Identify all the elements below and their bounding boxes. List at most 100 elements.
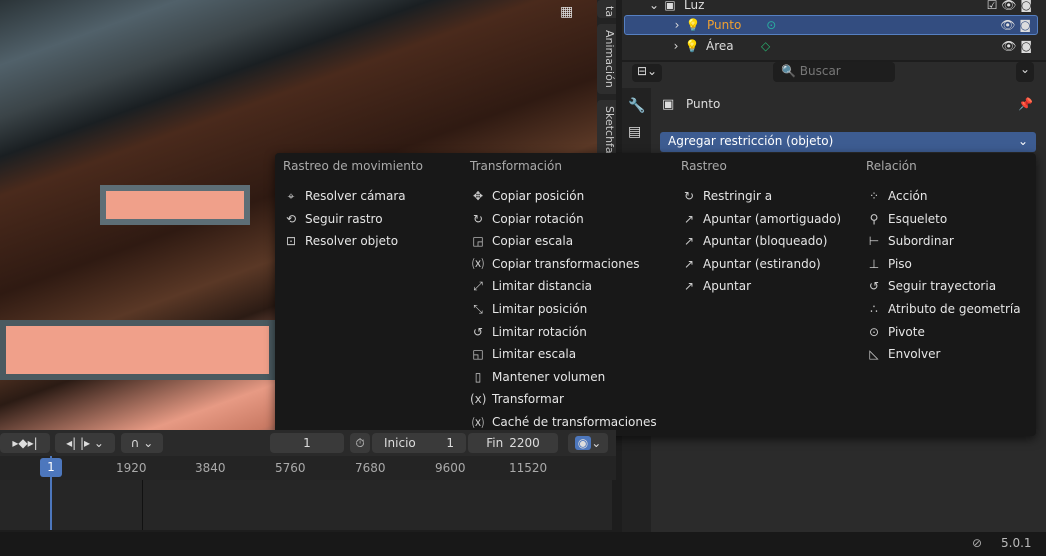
constraint-icon: ↺: [472, 324, 484, 339]
menu-item[interactable]: ◲ Copiar escala: [470, 231, 573, 251]
constraint-icon: ↗: [683, 279, 695, 294]
menu-item[interactable]: ⚲ Esqueleto: [866, 209, 948, 229]
snap-toggle[interactable]: ∩ ⌄: [121, 433, 163, 453]
menu-item[interactable]: ◱ Limitar escala: [470, 344, 576, 364]
tick-label: 9600: [435, 461, 466, 475]
menu-item-label: Restringir a: [703, 189, 773, 203]
grid-icon[interactable]: ▦: [560, 4, 573, 20]
stopwatch-icon[interactable]: ⏱: [350, 433, 370, 453]
menu-item[interactable]: ⊢ Subordinar: [866, 231, 954, 251]
menu-item[interactable]: ◺ Envolver: [866, 344, 940, 364]
visibility-icon[interactable]: 👁 ◙: [1001, 39, 1032, 53]
menu-item[interactable]: ↺ Limitar rotación: [470, 322, 587, 342]
menu-item-label: Resolver objeto: [305, 234, 399, 249]
sync-dropdown[interactable]: ◉ ⌄: [568, 433, 608, 453]
pin-icon[interactable]: 📌: [1018, 97, 1033, 111]
search-placeholder: Buscar: [799, 64, 841, 78]
menu-item[interactable]: ⌖ Resolver cámara: [283, 186, 406, 206]
options-dropdown[interactable]: ⌄: [1016, 62, 1034, 82]
constraint-icon: ⟲: [285, 211, 297, 226]
constraint-icon: ⚲: [869, 211, 879, 226]
keyframe-jump-buttons[interactable]: ◂| |▸ ⌄: [55, 433, 115, 453]
timeline-track[interactable]: [0, 480, 612, 530]
light-bulb-icon: 💡: [684, 39, 700, 53]
tab-animation[interactable]: Animación: [597, 24, 616, 94]
visibility-icon[interactable]: 👁 ◙: [1000, 18, 1031, 32]
constraint-icon: (x): [470, 392, 487, 407]
tab-sketchfab[interactable]: Sketchfa: [597, 100, 616, 160]
network-off-icon: ⊘: [972, 536, 983, 550]
menu-item[interactable]: ⤡ Limitar posición: [470, 299, 587, 319]
menu-item-label: Resolver cámara: [305, 189, 406, 203]
render-icon[interactable]: ▤: [628, 124, 645, 140]
object-icon: ▣: [662, 97, 675, 112]
menu-item[interactable]: ↻ Restringir a: [681, 186, 772, 206]
outliner-row-punto[interactable]: › 💡 Punto ⊙ 👁 ◙: [624, 15, 1038, 35]
tick-label: 1920: [116, 461, 147, 475]
menu-item[interactable]: ⊥ Piso: [866, 254, 912, 274]
menu-item[interactable]: ⒳ Caché de transformaciones: [470, 412, 657, 432]
menu-item[interactable]: ↻ Copiar rotación: [470, 209, 584, 229]
menu-item[interactable]: ⊙ Pivote: [866, 322, 925, 342]
menu-item-label: Caché de transformaciones: [492, 415, 657, 429]
outliner-row-luz[interactable]: ⌄ ▣ Luz ☑ 👁 ◙: [624, 0, 1038, 15]
menu-item[interactable]: (x) Transformar: [470, 389, 564, 409]
menu-item[interactable]: ↗ Apuntar (amortiguado): [681, 209, 841, 229]
start-frame-field[interactable]: Inicio 1: [372, 433, 466, 453]
menu-item[interactable]: ⟲ Seguir rastro: [283, 209, 383, 229]
add-constraint-menu: Rastreo de movimiento Transformación Ras…: [275, 153, 1036, 436]
area-light-data-icon[interactable]: ◇: [758, 39, 774, 53]
chevron-down-icon[interactable]: ⌄: [646, 0, 662, 12]
constraint-icon: ◲: [472, 234, 484, 249]
editor-type-button[interactable]: ⊟⌄: [632, 64, 662, 82]
constraint-icon: ⤢: [473, 278, 483, 293]
chevron-right-icon[interactable]: ›: [669, 18, 685, 32]
tick-label: 11520: [509, 461, 548, 475]
end-label: Fin: [486, 436, 504, 450]
tab-data[interactable]: ta: [597, 0, 616, 18]
menu-item[interactable]: ⊡ Resolver objeto: [283, 231, 398, 251]
menu-item[interactable]: ⁘ Acción: [866, 186, 928, 206]
constraint-icon: ↺: [868, 279, 880, 294]
menu-item-label: Limitar posición: [492, 302, 588, 316]
constraint-icon: ▯: [474, 369, 482, 384]
menu-item-label: Piso: [888, 256, 912, 271]
timeline-ruler[interactable]: 1920 3840 5760 7680 9600 11520: [0, 456, 616, 480]
tick-label: 3840: [195, 461, 226, 475]
scene-object: [0, 320, 275, 380]
playback-controls[interactable]: ▸◆▸|: [0, 433, 50, 453]
menu-item[interactable]: ✥ Copiar posición: [470, 186, 584, 206]
menu-item-label: Seguir trayectoria: [888, 279, 997, 294]
constraint-icon: ⊙: [868, 324, 880, 339]
menu-item[interactable]: ⒳ Copiar transformaciones: [470, 254, 639, 274]
menu-item[interactable]: ↺ Seguir trayectoria: [866, 276, 996, 296]
menu-item[interactable]: ∴ Atributo de geometría: [866, 299, 1020, 319]
menu-item-label: Apuntar (amortiguado): [703, 211, 842, 226]
point-light-data-icon[interactable]: ⊙: [763, 18, 779, 32]
chevron-right-icon[interactable]: ›: [668, 39, 684, 53]
end-frame-marker: [142, 480, 143, 530]
menu-item[interactable]: ↗ Apuntar: [681, 276, 751, 296]
search-input[interactable]: 🔍 Buscar: [773, 62, 895, 82]
outliner-row-area[interactable]: › 💡 Área ◇ 👁 ◙: [624, 36, 1038, 56]
constraint-icon: ⌖: [287, 188, 295, 203]
constraint-icon: ↗: [683, 234, 695, 249]
tool-icon[interactable]: 🔧: [628, 98, 645, 114]
menu-item[interactable]: ↗ Apuntar (estirando): [681, 254, 821, 274]
current-frame-field[interactable]: 1: [270, 433, 344, 453]
menu-item[interactable]: ↗ Apuntar (bloqueado): [681, 231, 827, 251]
menu-item-label: Limitar rotación: [492, 324, 587, 339]
menu-item[interactable]: ⤢ Limitar distancia: [470, 276, 592, 296]
column-heading: Relación: [866, 159, 917, 173]
end-frame-field[interactable]: Fin 2200: [468, 433, 558, 453]
add-constraint-dropdown[interactable]: Agregar restricción (objeto) ⌄: [660, 132, 1036, 152]
tick-label: 7680: [355, 461, 386, 475]
menu-item[interactable]: ▯ Mantener volumen: [470, 367, 606, 387]
sync-icon: ◉: [574, 436, 592, 450]
checkbox-icon[interactable]: ☑ 👁 ◙: [987, 0, 1032, 12]
column-heading: Rastreo de movimiento: [283, 159, 423, 173]
scene-object: [100, 185, 250, 225]
constraint-icon: ◱: [472, 347, 484, 362]
menu-item-label: Limitar distancia: [492, 279, 593, 294]
playhead-badge[interactable]: 1: [40, 458, 62, 477]
